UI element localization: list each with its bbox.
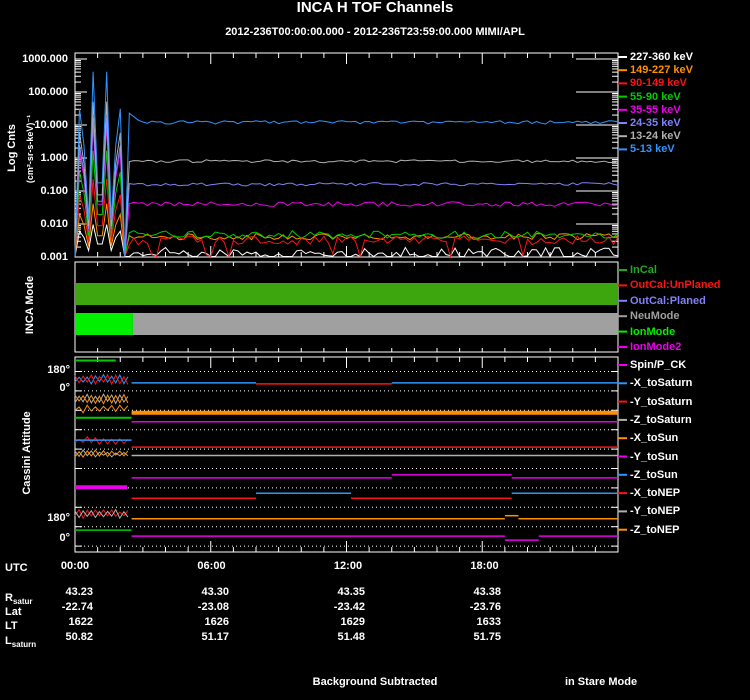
- plot-canvas: INCA H TOF Channels 2012-236T00:00:00.00…: [0, 0, 750, 700]
- mode-bars: [75, 283, 619, 335]
- footer-right-note: in Stare Mode: [564, 676, 638, 688]
- ytick-label-10.000: 10.000: [34, 119, 68, 131]
- attitude-legend-item--Y-toSaturn: -Y_toSaturn: [630, 395, 693, 408]
- row-label-text: Lat: [5, 606, 22, 618]
- attitude-legend-item--Y-toSun: -Y_toSun: [630, 450, 679, 463]
- mode-bar-segment: [75, 283, 618, 305]
- table-cell: 43.23: [65, 586, 93, 598]
- mode-legend-item-OutCal-Planed: OutCal:Planed: [630, 294, 706, 307]
- table-cell: 43.38: [473, 586, 501, 598]
- series-35-55-keV: [74, 125, 619, 257]
- table-cell: 1633: [476, 616, 501, 628]
- table-cell: 43.35: [337, 586, 365, 598]
- ytick-label-0.001: 0.001: [40, 251, 68, 263]
- table-cell: -23.42: [333, 601, 365, 613]
- utc-tick-12-00: 12:00: [333, 560, 363, 572]
- table-cell: 1622: [68, 616, 93, 628]
- attitude-calib-trace: [74, 404, 129, 414]
- series-5-13-keV: [74, 71, 619, 257]
- attitude-legend-item--Z-toSun: -Z_toSun: [630, 468, 678, 481]
- legend-item-149-227-keV: 149-227 keV: [630, 64, 693, 77]
- table-cell: 1626: [204, 616, 229, 628]
- footer-left-note: Background Subtracted: [312, 676, 438, 688]
- series-24-35-keV: [74, 117, 619, 257]
- row-label-text: L: [5, 635, 12, 647]
- table-cell: -22.74: [61, 601, 93, 613]
- table-cell: 50.82: [65, 631, 93, 643]
- attitude-ytick-label: 180°: [47, 364, 70, 376]
- legend-item-55-90-keV: 55-90 keV: [630, 90, 681, 103]
- table-row-label-LT: LT: [5, 620, 18, 632]
- ytick-label-1000.000: 1000.000: [22, 53, 68, 65]
- utc-axis-label: UTC: [5, 562, 28, 574]
- legend-item-35-55-keV: 35-55 keV: [630, 103, 681, 116]
- attitude-legend-item--X-toNEP: -X_toNEP: [630, 487, 681, 500]
- row-label-text: R: [5, 592, 13, 604]
- utc-tick-18-00: 18:00: [470, 560, 499, 572]
- ytick-label-0.100: 0.100: [40, 185, 68, 197]
- legend-item-24-35-keV: 24-35 keV: [630, 117, 681, 129]
- attitude-legend-item-Spin-P-CK: Spin/P_CK: [630, 359, 687, 371]
- mode-legend-item-IonMode2: IonMode2: [630, 341, 682, 353]
- log-axis-ticks: [75, 58, 618, 258]
- attitude-legend-item--Y-toNEP: -Y_toNEP: [630, 505, 681, 518]
- table-cell: 43.30: [201, 586, 229, 598]
- attitude-grid: [75, 371, 618, 547]
- ytick-label-1.000: 1.000: [40, 152, 68, 164]
- ytick-label-100.000: 100.000: [28, 86, 68, 98]
- attitude-ytick-label: 0°: [59, 532, 70, 544]
- table-cell: 51.75: [473, 631, 501, 643]
- attitude-legend-item--Z-toNEP: -Z_toNEP: [630, 523, 680, 536]
- attitude-legend-item--Z-toSaturn: -Z_toSaturn: [630, 413, 692, 426]
- mode-legend-item-OutCal-UnPlaned: OutCal:UnPlaned: [630, 279, 721, 292]
- mode-legend-item-NeuMode: NeuMode: [630, 310, 680, 323]
- legend-item-90-149-keV: 90-149 keV: [630, 77, 687, 90]
- table-cell: -23.08: [197, 601, 229, 613]
- legend-ticks: [618, 56, 627, 531]
- mode-bar-segment: [132, 313, 619, 335]
- mode-legend-item-InCal: InCal: [630, 264, 657, 276]
- table-cell: 1629: [340, 616, 365, 628]
- series-90-149-keV: [74, 178, 619, 259]
- subtitle: 2012-236T00:00:00.000 - 2012-236T23:59:0…: [225, 26, 525, 38]
- table-cell: -23.76: [469, 601, 501, 613]
- mode-bar-segment: [75, 313, 133, 335]
- mode-legend-item-IonMode: IonMode: [630, 325, 676, 338]
- attitude-legend-item--X-toSaturn: -X_toSaturn: [630, 377, 693, 390]
- table-cell: 51.17: [201, 631, 229, 643]
- tof-series: [74, 71, 619, 259]
- attitude-legend-item--X-toSun: -X_toSun: [630, 432, 679, 445]
- utc-tick-00-00: 00:00: [60, 560, 90, 572]
- attitude-panel-label: Cassini Attitude: [21, 411, 33, 495]
- attitude-series: [74, 359, 618, 541]
- legend-item-5-13-keV: 5-13 keV: [630, 143, 675, 156]
- legend-item-227-360-keV: 227-360 keV: [630, 51, 693, 63]
- utc-tick-06-00: 06:00: [197, 560, 226, 572]
- row-label-text: LT: [5, 620, 18, 632]
- table-cell: 51.48: [337, 631, 365, 643]
- attitude-ytick-label: 180°: [47, 512, 70, 524]
- legend-item-13-24-keV: 13-24 keV: [630, 130, 681, 143]
- page-title: INCA H TOF Channels: [296, 0, 454, 16]
- ytick-label-0.010: 0.010: [40, 218, 68, 230]
- attitude-ytick-label: 0°: [59, 382, 70, 394]
- table-row-label-Lat: Lat: [5, 606, 22, 618]
